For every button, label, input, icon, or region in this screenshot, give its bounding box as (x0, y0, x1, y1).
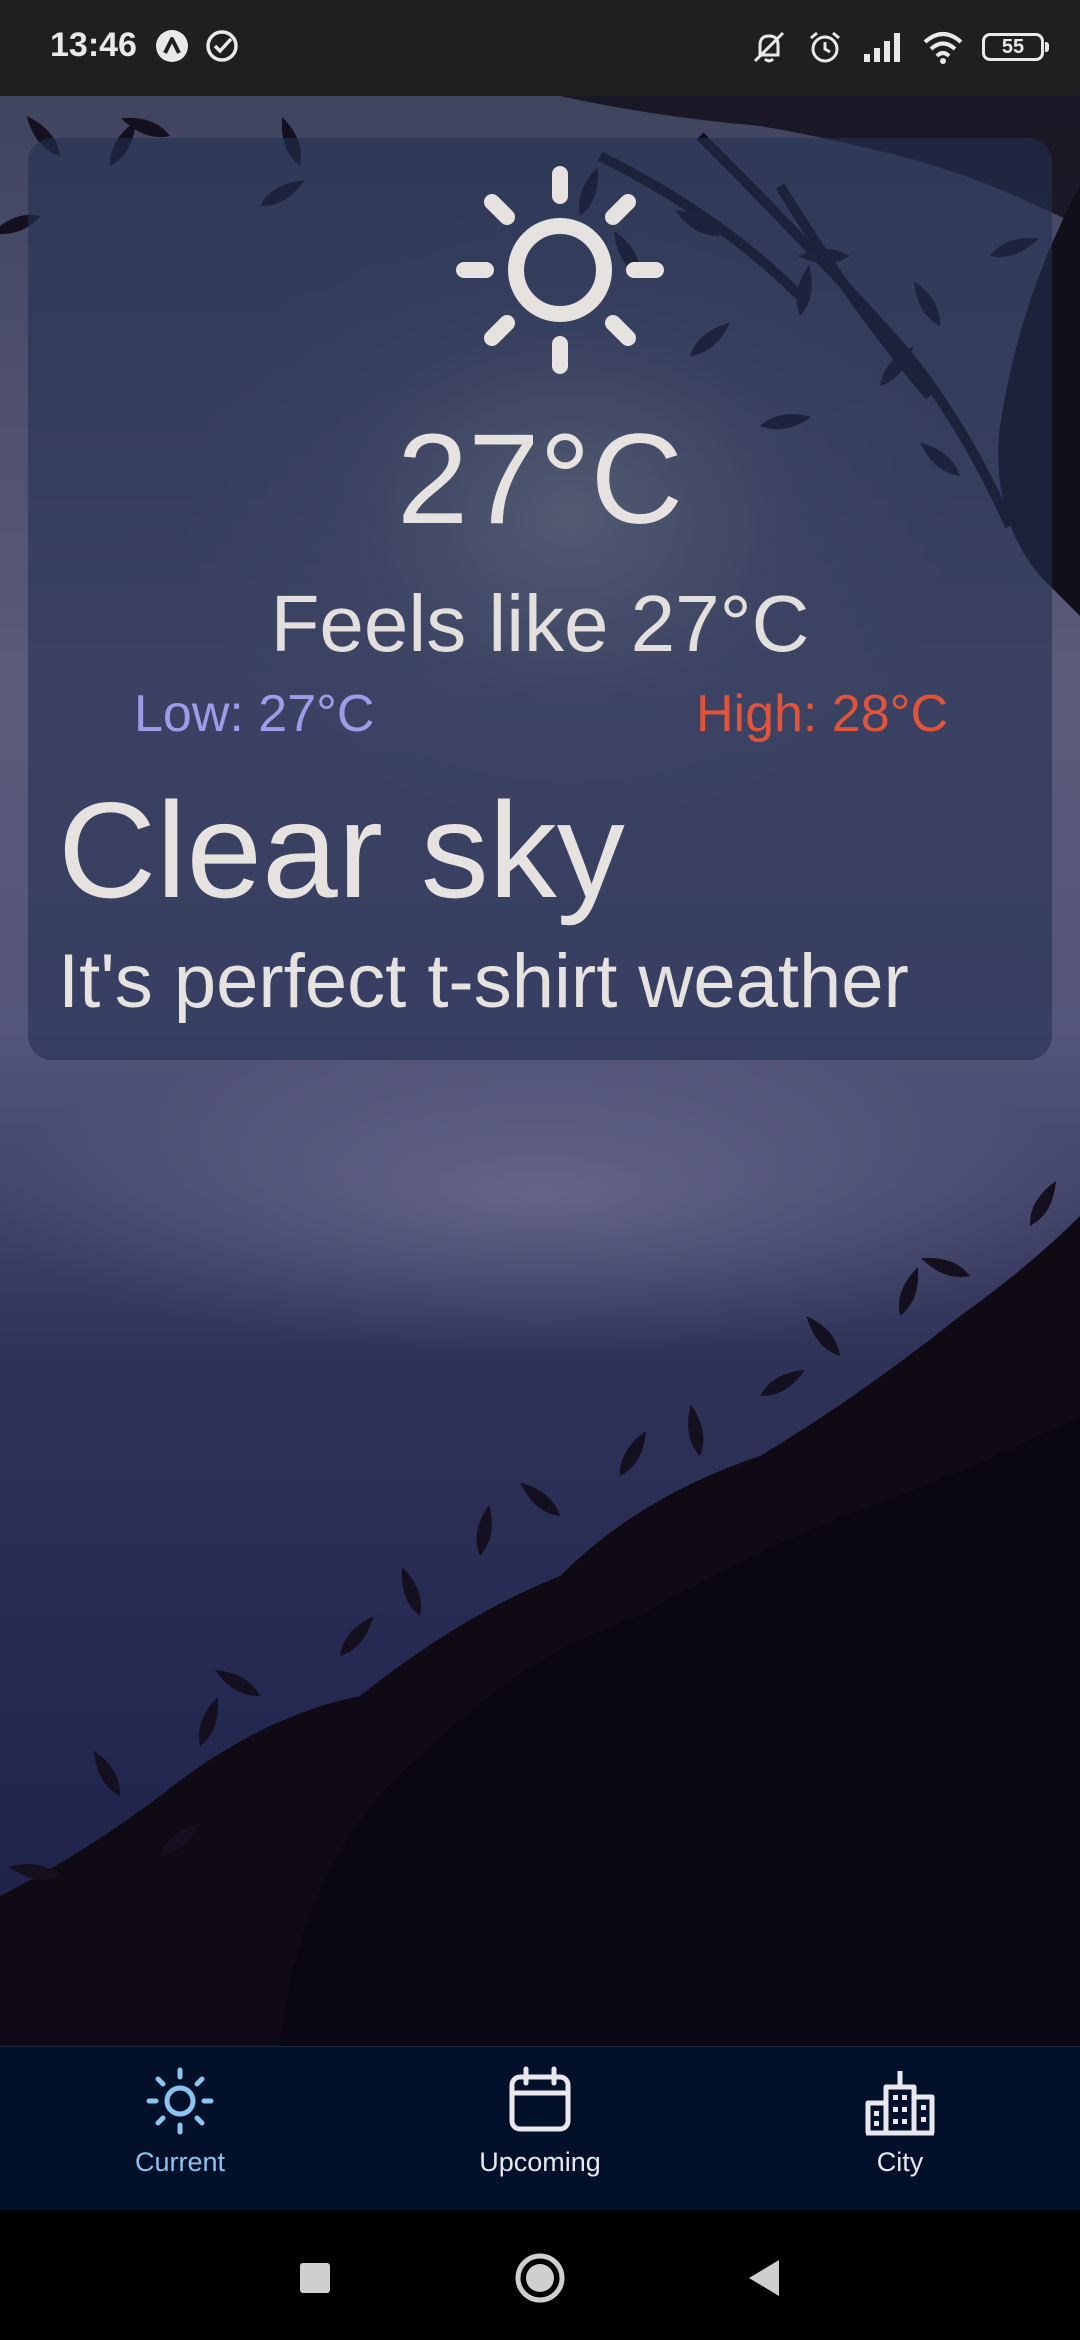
wifi-icon (923, 32, 963, 64)
battery-icon: 55 (982, 33, 1049, 61)
calendar-icon (509, 2066, 571, 2132)
nav-tab-city[interactable]: City (790, 2065, 1010, 2195)
high-temperature: High: 28°C (695, 685, 948, 743)
current-temperature: 27°C (397, 408, 683, 551)
check-circle-icon (206, 30, 238, 62)
clothing-advice: It's perfect t-shirt weather (58, 939, 909, 1024)
home-circle-icon[interactable] (510, 2248, 570, 2308)
city-buildings-icon (865, 2071, 935, 2136)
status-right-icons: 55 (750, 28, 1049, 66)
low-temperature: Low: 27°C (134, 685, 375, 743)
recents-square-icon[interactable] (285, 2248, 345, 2308)
weather-condition: Clear sky (58, 774, 625, 926)
feels-like-temperature: Feels like 27°C (270, 579, 810, 668)
signal-icon (864, 33, 900, 62)
app-a-icon (156, 30, 188, 62)
nav-label-current: Current (134, 2147, 226, 2177)
sun-icon (456, 166, 664, 374)
sun-icon (146, 2067, 214, 2135)
nav-label-upcoming: Upcoming (479, 2147, 601, 2177)
bottom-navigation: Current Upcoming City (0, 2046, 1080, 2211)
system-navigation-bar (0, 2210, 1080, 2340)
alarm-icon (810, 31, 840, 63)
current-weather-card: 27°C Feels like 27°C Low: 27°C High: 28°… (28, 138, 1052, 1060)
nav-tab-upcoming[interactable]: Upcoming (430, 2065, 650, 2195)
back-triangle-icon[interactable] (735, 2248, 795, 2308)
battery-level: 55 (1001, 35, 1025, 58)
status-bar: 13:46 55 (0, 0, 1080, 96)
status-left-icons (154, 28, 240, 64)
bell-off-icon (753, 31, 785, 63)
app-screen: 13:46 55 27°C Feels like 27°C Low: 27°C … (0, 0, 1080, 2340)
status-time: 13:46 (50, 26, 137, 64)
nav-tab-current[interactable]: Current (70, 2065, 290, 2195)
nav-label-city: City (876, 2147, 924, 2177)
